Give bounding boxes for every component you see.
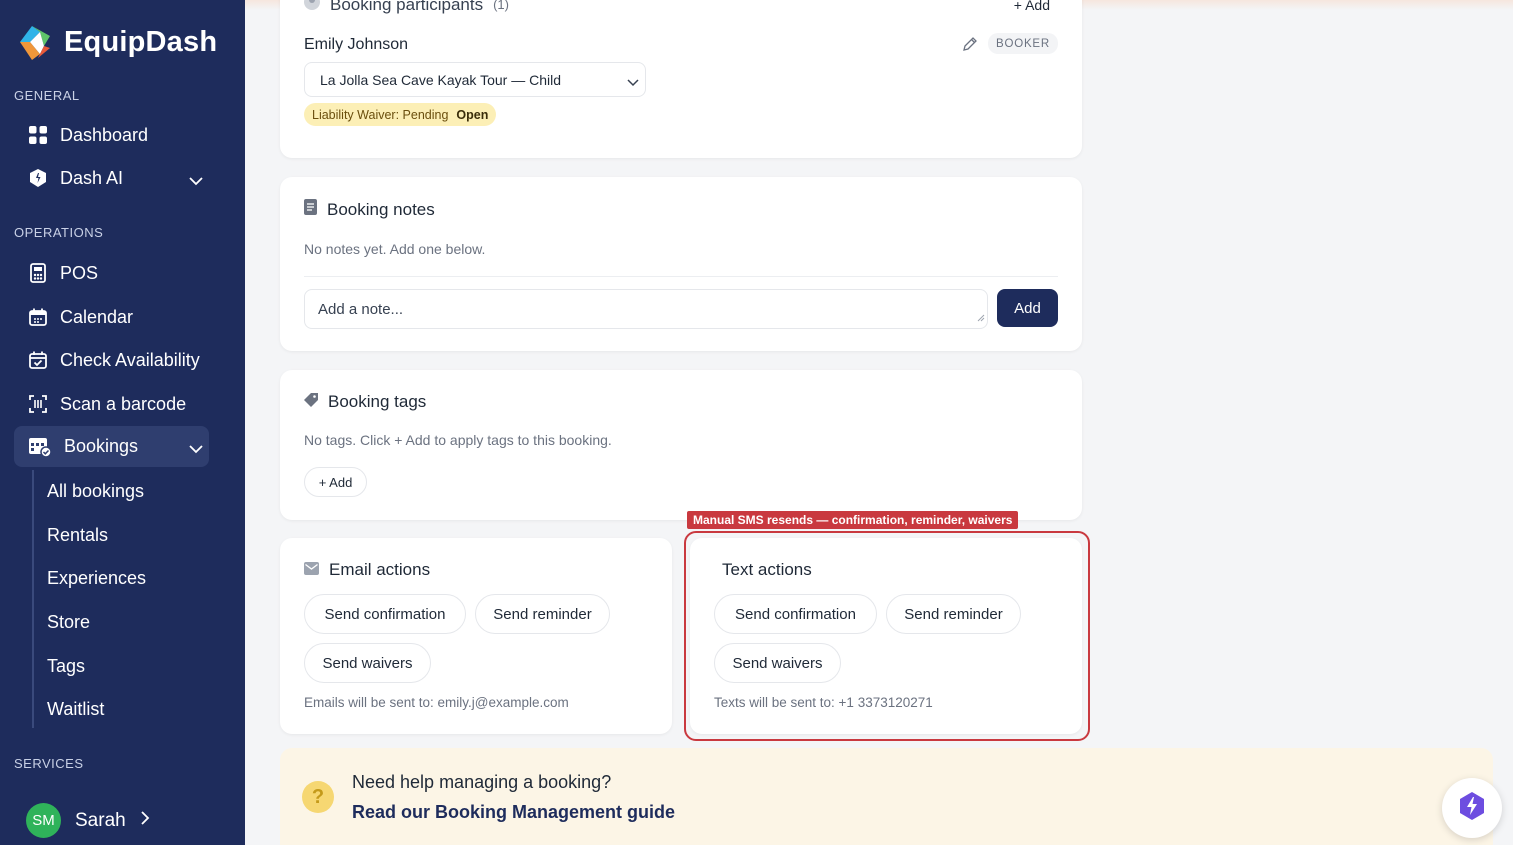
sidebar-subitem-experiences[interactable]: Experiences: [47, 568, 146, 589]
sms-annotation-badge: Manual SMS resends — confirmation, remin…: [687, 511, 1019, 529]
email-send-reminder-button[interactable]: Send reminder: [475, 594, 610, 634]
participant-name: Emily Johnson: [304, 36, 409, 53]
section-general: GENERAL: [14, 88, 80, 103]
sidebar-subitem-store[interactable]: Store: [47, 612, 90, 633]
question-icon: ?: [302, 781, 334, 813]
waiver-status: Liability Waiver: Pending: [312, 107, 449, 122]
sidebar-subitem-waitlist[interactable]: Waitlist: [47, 699, 104, 720]
grid-icon: [28, 125, 48, 145]
calendar-check-icon: [28, 350, 48, 370]
help-guide-link[interactable]: Read our Booking Management guide: [352, 802, 675, 823]
tags-title: Booking tags: [328, 392, 427, 411]
ai-bolt-icon: [1458, 791, 1486, 826]
sidebar-item-dash-ai[interactable]: Dash AI: [14, 158, 209, 198]
calendar-icon: [28, 307, 48, 327]
sidebar-item-label: POS: [60, 262, 99, 283]
sidebar-item-dashboard[interactable]: Dashboard: [14, 115, 209, 155]
notes-heading: Booking notes: [304, 199, 435, 220]
sidebar-item-label: Check Availability: [60, 349, 200, 370]
participants-count: (1): [493, 0, 509, 12]
sidebar-item-label: Dashboard: [60, 124, 149, 145]
chevron-down-icon: [189, 170, 203, 191]
note-icon: [304, 199, 317, 220]
mail-icon: [304, 560, 319, 580]
note-placeholder: Add a note...: [318, 300, 404, 318]
waiver-status-badge: Liability Waiver: Pending Open: [304, 103, 497, 126]
select-value: La Jolla Sea Cave Kayak Tour — Child: [320, 71, 561, 88]
sidebar-item-scan-barcode[interactable]: Scan a barcode: [14, 384, 209, 424]
user-name: Sarah: [75, 809, 126, 831]
submenu-rail: [32, 470, 34, 728]
email-send-waivers-button[interactable]: Send waivers: [304, 643, 431, 683]
tag-icon: [304, 392, 318, 412]
notes-title: Booking notes: [327, 199, 435, 219]
sidebar: EquipDash GENERAL Dashboard Dash AI OPER…: [0, 0, 245, 845]
sidebar-item-label: Dash AI: [60, 167, 124, 188]
avatar: SM: [26, 803, 61, 838]
add-tag-button[interactable]: + Add: [304, 467, 367, 497]
pos-register-icon: [28, 263, 48, 283]
chevron-down-icon: [189, 438, 203, 459]
add-participant-button[interactable]: + Add: [1014, 0, 1050, 13]
add-note-button[interactable]: Add: [997, 289, 1058, 327]
section-operations: OPERATIONS: [14, 225, 104, 240]
ai-shield-icon: [28, 168, 48, 188]
sidebar-item-calendar[interactable]: Calendar: [14, 297, 209, 337]
email-actions-card: Email actions Send confirmation Send rem…: [280, 538, 672, 734]
notes-empty-text: No notes yet. Add one below.: [304, 241, 486, 257]
sidebar-subitem-tags[interactable]: Tags: [47, 656, 85, 677]
booking-notes-card: Booking notes No notes yet. Add one belo…: [280, 177, 1082, 351]
pencil-edit-icon[interactable]: [962, 36, 978, 57]
section-services: SERVICES: [14, 756, 84, 771]
participants-heading: Booking participants (1): [304, 0, 509, 15]
note-input[interactable]: Add a note...: [304, 289, 988, 329]
dash-ai-floating-button[interactable]: [1442, 778, 1502, 838]
sidebar-item-label: Bookings: [64, 436, 139, 456]
help-question: Need help managing a booking?: [352, 772, 612, 792]
sidebar-item-bookings[interactable]: Bookings: [14, 426, 209, 467]
user-menu[interactable]: SM Sarah: [26, 803, 150, 838]
sidebar-item-check-availability[interactable]: Check Availability: [14, 340, 209, 380]
booking-participants-card: Booking participants (1) + Add Emily Joh…: [280, 0, 1082, 158]
participant-option-select[interactable]: La Jolla Sea Cave Kayak Tour — Child: [304, 62, 646, 97]
booker-badge: BOOKER: [987, 33, 1058, 54]
chevron-right-icon: [140, 811, 150, 830]
email-actions-title: Email actions: [329, 560, 431, 579]
notes-divider: [304, 276, 1058, 277]
help-banner: ? Need help managing a booking? Read our…: [280, 748, 1493, 845]
user-icon: [304, 0, 320, 15]
text-actions-highlight: [684, 531, 1090, 741]
participants-title: Booking participants: [330, 0, 484, 14]
tags-heading: Booking tags: [304, 392, 426, 412]
email-actions-heading: Email actions: [304, 560, 430, 580]
app-name: EquipDash: [64, 25, 218, 58]
tags-empty-text: No tags. Click + Add to apply tags to th…: [304, 432, 612, 448]
barcode-scan-icon: [28, 394, 48, 414]
email-send-confirmation-button[interactable]: Send confirmation: [304, 594, 466, 634]
bookings-calendar-icon: [28, 437, 52, 458]
sidebar-item-label: Scan a barcode: [60, 393, 187, 414]
email-recipient-text: Emails will be sent to: emily.j@example.…: [304, 695, 569, 710]
sidebar-subitem-all-bookings[interactable]: All bookings: [47, 481, 144, 502]
sidebar-item-pos[interactable]: POS: [14, 253, 209, 293]
sidebar-subitem-rentals[interactable]: Rentals: [47, 525, 108, 546]
resize-handle-icon[interactable]: [977, 309, 985, 326]
sidebar-item-label: Calendar: [60, 306, 134, 327]
chevron-down-icon: [627, 74, 639, 90]
app-logo[interactable]: EquipDash: [14, 22, 217, 62]
waiver-open-link[interactable]: Open: [456, 108, 488, 122]
equipdash-logo-icon: [14, 22, 54, 62]
booking-tags-card: Booking tags No tags. Click + Add to app…: [280, 370, 1082, 520]
